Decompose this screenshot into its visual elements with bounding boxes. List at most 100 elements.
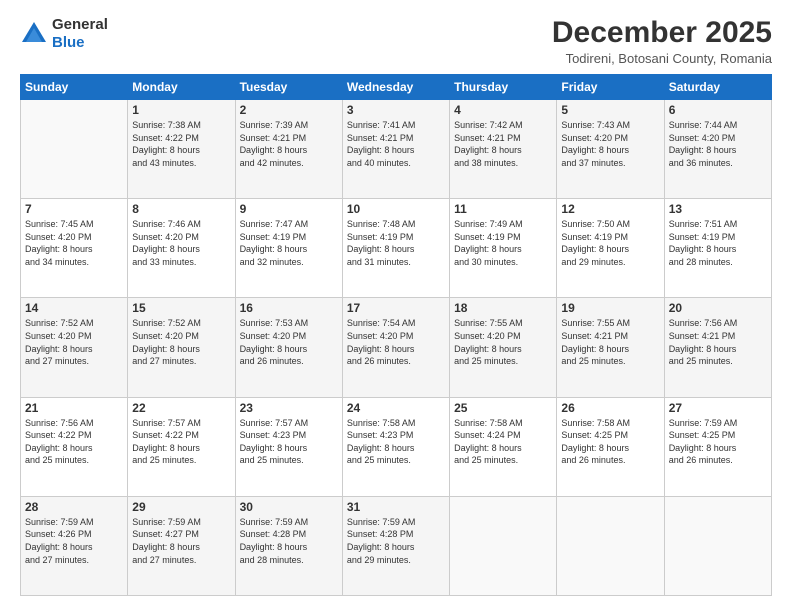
col-thursday: Thursday: [450, 75, 557, 100]
col-sunday: Sunday: [21, 75, 128, 100]
day-number: 19: [561, 301, 659, 315]
day-info: Sunrise: 7:59 AM Sunset: 4:27 PM Dayligh…: [132, 516, 230, 566]
day-number: 14: [25, 301, 123, 315]
day-number: 10: [347, 202, 445, 216]
col-wednesday: Wednesday: [342, 75, 449, 100]
day-number: 1: [132, 103, 230, 117]
day-number: 6: [669, 103, 767, 117]
table-row: 17 Sunrise: 7:54 AM Sunset: 4:20 PM Dayli…: [342, 298, 449, 397]
day-info: Sunrise: 7:59 AM Sunset: 4:25 PM Dayligh…: [669, 417, 767, 467]
day-info: Sunrise: 7:46 AM Sunset: 4:20 PM Dayligh…: [132, 218, 230, 268]
day-info: Sunrise: 7:58 AM Sunset: 4:25 PM Dayligh…: [561, 417, 659, 467]
logo-icon: [20, 20, 48, 48]
day-number: 28: [25, 500, 123, 514]
logo: General Blue: [20, 16, 108, 52]
day-info: Sunrise: 7:56 AM Sunset: 4:22 PM Dayligh…: [25, 417, 123, 467]
day-number: 25: [454, 401, 552, 415]
day-info: Sunrise: 7:44 AM Sunset: 4:20 PM Dayligh…: [669, 119, 767, 169]
table-row: 7Sunrise: 7:45 AM Sunset: 4:20 PM Daylig…: [21, 199, 128, 298]
table-row: 18 Sunrise: 7:55 AM Sunset: 4:20 PM Dayli…: [450, 298, 557, 397]
location: Todireni, Botosani County, Romania: [552, 51, 772, 66]
day-number: 12: [561, 202, 659, 216]
table-row: 5Sunrise: 7:43 AM Sunset: 4:20 PM Daylig…: [557, 100, 664, 199]
day-info: Sunrise: 7:38 AM Sunset: 4:22 PM Dayligh…: [132, 119, 230, 169]
day-number: 15: [132, 301, 230, 315]
calendar-week-row: 1 Sunrise: 7:38 AM Sunset: 4:22 PM Daylig…: [21, 100, 772, 199]
table-row: 26 Sunrise: 7:58 AM Sunset: 4:25 PM Dayli…: [557, 397, 664, 496]
table-row: 16 Sunrise: 7:53 AM Sunset: 4:20 PM Dayli…: [235, 298, 342, 397]
day-info: Sunrise: 7:47 AM Sunset: 4:19 PM Dayligh…: [240, 218, 338, 268]
day-number: 20: [669, 301, 767, 315]
col-friday: Friday: [557, 75, 664, 100]
table-row: 15 Sunrise: 7:52 AM Sunset: 4:20 PM Dayli…: [128, 298, 235, 397]
col-saturday: Saturday: [664, 75, 771, 100]
day-info: Sunrise: 7:57 AM Sunset: 4:22 PM Dayligh…: [132, 417, 230, 467]
day-number: 29: [132, 500, 230, 514]
table-row: 22 Sunrise: 7:57 AM Sunset: 4:22 PM Dayli…: [128, 397, 235, 496]
day-info: Sunrise: 7:52 AM Sunset: 4:20 PM Dayligh…: [132, 317, 230, 367]
calendar-week-row: 28 Sunrise: 7:59 AM Sunset: 4:26 PM Dayli…: [21, 496, 772, 595]
table-row: 4 Sunrise: 7:42 AM Sunset: 4:21 PM Daylig…: [450, 100, 557, 199]
table-row: 28 Sunrise: 7:59 AM Sunset: 4:26 PM Dayli…: [21, 496, 128, 595]
day-number: 21: [25, 401, 123, 415]
day-info: Sunrise: 7:55 AM Sunset: 4:21 PM Dayligh…: [561, 317, 659, 367]
day-number: 26: [561, 401, 659, 415]
day-info: Sunrise: 7:52 AM Sunset: 4:20 PM Dayligh…: [25, 317, 123, 367]
day-number: 30: [240, 500, 338, 514]
logo-blue: Blue: [52, 34, 85, 51]
title-block: December 2025 Todireni, Botosani County,…: [552, 16, 772, 66]
logo-text: General Blue: [52, 16, 108, 52]
day-info: Sunrise: 7:39 AM Sunset: 4:21 PM Dayligh…: [240, 119, 338, 169]
day-info: Sunrise: 7:48 AM Sunset: 4:19 PM Dayligh…: [347, 218, 445, 268]
table-row: 1 Sunrise: 7:38 AM Sunset: 4:22 PM Daylig…: [128, 100, 235, 199]
day-info: Sunrise: 7:42 AM Sunset: 4:21 PM Dayligh…: [454, 119, 552, 169]
calendar-table: Sunday Monday Tuesday Wednesday Thursday…: [20, 74, 772, 596]
day-info: Sunrise: 7:55 AM Sunset: 4:20 PM Dayligh…: [454, 317, 552, 367]
table-row: 9Sunrise: 7:47 AM Sunset: 4:19 PM Daylig…: [235, 199, 342, 298]
day-number: 16: [240, 301, 338, 315]
table-row: 19 Sunrise: 7:55 AM Sunset: 4:21 PM Dayli…: [557, 298, 664, 397]
day-info: Sunrise: 7:59 AM Sunset: 4:28 PM Dayligh…: [347, 516, 445, 566]
day-info: Sunrise: 7:53 AM Sunset: 4:20 PM Dayligh…: [240, 317, 338, 367]
table-row: 20Sunrise: 7:56 AM Sunset: 4:21 PM Dayli…: [664, 298, 771, 397]
table-row: [450, 496, 557, 595]
table-row: [21, 100, 128, 199]
day-number: 8: [132, 202, 230, 216]
day-info: Sunrise: 7:57 AM Sunset: 4:23 PM Dayligh…: [240, 417, 338, 467]
table-row: 24Sunrise: 7:58 AM Sunset: 4:23 PM Dayli…: [342, 397, 449, 496]
day-number: 13: [669, 202, 767, 216]
table-row: 23Sunrise: 7:57 AM Sunset: 4:23 PM Dayli…: [235, 397, 342, 496]
table-row: 11 Sunrise: 7:49 AM Sunset: 4:19 PM Dayli…: [450, 199, 557, 298]
table-row: 27 Sunrise: 7:59 AM Sunset: 4:25 PM Dayli…: [664, 397, 771, 496]
day-info: Sunrise: 7:59 AM Sunset: 4:26 PM Dayligh…: [25, 516, 123, 566]
day-number: 27: [669, 401, 767, 415]
day-info: Sunrise: 7:43 AM Sunset: 4:20 PM Dayligh…: [561, 119, 659, 169]
table-row: 12Sunrise: 7:50 AM Sunset: 4:19 PM Dayli…: [557, 199, 664, 298]
day-number: 2: [240, 103, 338, 117]
table-row: 30Sunrise: 7:59 AM Sunset: 4:28 PM Dayli…: [235, 496, 342, 595]
calendar-week-row: 7Sunrise: 7:45 AM Sunset: 4:20 PM Daylig…: [21, 199, 772, 298]
day-info: Sunrise: 7:49 AM Sunset: 4:19 PM Dayligh…: [454, 218, 552, 268]
day-number: 22: [132, 401, 230, 415]
header: General Blue December 2025 Todireni, Bot…: [20, 16, 772, 66]
calendar-header-row: Sunday Monday Tuesday Wednesday Thursday…: [21, 75, 772, 100]
day-info: Sunrise: 7:54 AM Sunset: 4:20 PM Dayligh…: [347, 317, 445, 367]
col-tuesday: Tuesday: [235, 75, 342, 100]
day-info: Sunrise: 7:58 AM Sunset: 4:23 PM Dayligh…: [347, 417, 445, 467]
day-number: 17: [347, 301, 445, 315]
table-row: 29 Sunrise: 7:59 AM Sunset: 4:27 PM Dayli…: [128, 496, 235, 595]
table-row: 6 Sunrise: 7:44 AM Sunset: 4:20 PM Daylig…: [664, 100, 771, 199]
day-info: Sunrise: 7:58 AM Sunset: 4:24 PM Dayligh…: [454, 417, 552, 467]
col-monday: Monday: [128, 75, 235, 100]
table-row: 13 Sunrise: 7:51 AM Sunset: 4:19 PM Dayli…: [664, 199, 771, 298]
table-row: 3Sunrise: 7:41 AM Sunset: 4:21 PM Daylig…: [342, 100, 449, 199]
day-number: 31: [347, 500, 445, 514]
day-number: 18: [454, 301, 552, 315]
day-number: 4: [454, 103, 552, 117]
table-row: [664, 496, 771, 595]
day-number: 11: [454, 202, 552, 216]
calendar-week-row: 21 Sunrise: 7:56 AM Sunset: 4:22 PM Dayli…: [21, 397, 772, 496]
day-info: Sunrise: 7:41 AM Sunset: 4:21 PM Dayligh…: [347, 119, 445, 169]
day-info: Sunrise: 7:51 AM Sunset: 4:19 PM Dayligh…: [669, 218, 767, 268]
table-row: 2 Sunrise: 7:39 AM Sunset: 4:21 PM Daylig…: [235, 100, 342, 199]
